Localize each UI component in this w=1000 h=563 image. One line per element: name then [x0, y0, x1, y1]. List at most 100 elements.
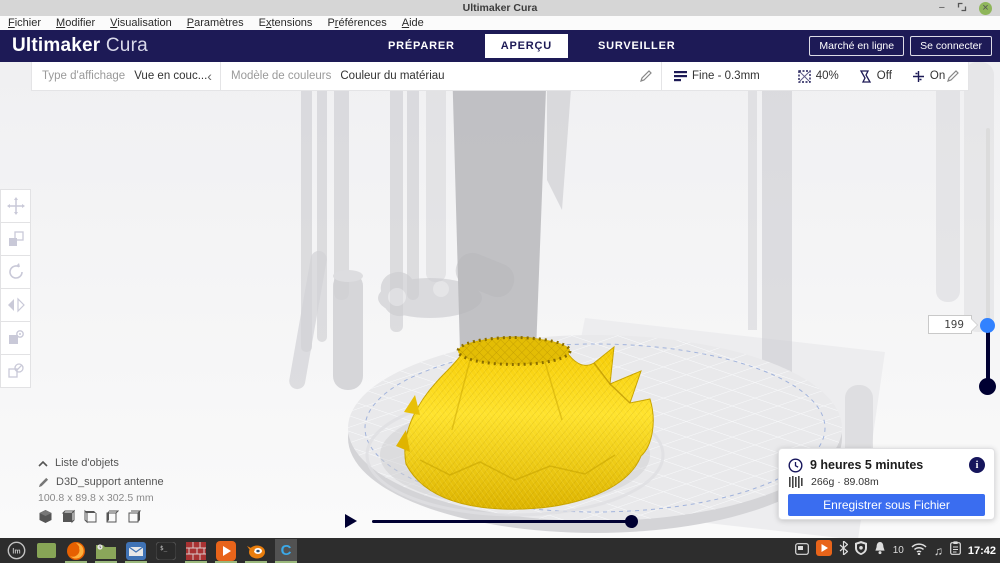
- color-scheme-value[interactable]: Couleur du matériau: [340, 70, 444, 82]
- display-type-label: Type d'affichage: [42, 70, 126, 82]
- menu-preferences[interactable]: Préférences: [327, 17, 386, 29]
- support-blocker-button[interactable]: [0, 354, 31, 388]
- support-icon: [859, 69, 872, 83]
- tool-panel: [0, 189, 31, 388]
- media-player-icon[interactable]: [215, 539, 237, 563]
- system-tray: 10 ♫ 17:42: [794, 538, 996, 563]
- tab-surveiller[interactable]: SURVEILLER: [588, 34, 685, 58]
- os-titlebar[interactable]: Ultimaker Cura − ×: [0, 0, 1000, 17]
- layer-slider-upper-handle[interactable]: [980, 318, 995, 333]
- ultimaker-cura-window: Ultimaker Cura − × Fichier Modifier Visu…: [0, 0, 1000, 563]
- view-toolbar: Type d'affichage Vue en couc... ‹ Modèle…: [31, 62, 969, 91]
- marketplace-button[interactable]: Marché en ligne: [809, 36, 905, 56]
- terminal-icon[interactable]: $_: [155, 539, 177, 562]
- move-tool-button[interactable]: [0, 189, 31, 223]
- object-list-label: Liste d'objets: [55, 457, 119, 469]
- layer-slider-range: [986, 325, 990, 385]
- adhesion-setting[interactable]: On: [912, 70, 945, 83]
- maximize-icon[interactable]: [957, 2, 967, 15]
- workspace-switcher-icon[interactable]: [794, 542, 809, 560]
- per-model-settings-button[interactable]: [0, 321, 31, 355]
- view-front-icon[interactable]: [60, 509, 75, 524]
- layer-slider-lower-handle[interactable]: [979, 378, 996, 395]
- minimize-icon[interactable]: −: [939, 2, 945, 14]
- view-right-icon[interactable]: [126, 509, 141, 524]
- notification-bell-icon[interactable]: [874, 541, 886, 560]
- menu-visualisation[interactable]: Visualisation: [110, 17, 172, 29]
- profile-setting[interactable]: Fine - 0.3mm: [674, 70, 760, 82]
- sign-in-button[interactable]: Se connecter: [910, 36, 992, 56]
- rotate-tool-button[interactable]: [0, 255, 31, 289]
- play-button[interactable]: [344, 513, 358, 534]
- print-job-card: 9 heures 5 minutes i 266g · 89.08m Enreg…: [778, 448, 995, 520]
- window-title: Ultimaker Cura: [462, 2, 538, 14]
- info-icon[interactable]: i: [969, 457, 985, 473]
- stage-tabs: PRÉPARER APERÇU SURVEILLER: [378, 30, 685, 62]
- display-type-section[interactable]: Type d'affichage Vue en couc... ‹: [32, 62, 220, 90]
- material-spool-icon: [789, 476, 803, 488]
- chevron-up-icon: [38, 460, 48, 467]
- cura-logo: Ultimaker Cura: [12, 35, 148, 56]
- infill-setting[interactable]: 40%: [798, 69, 839, 83]
- close-icon[interactable]: ×: [979, 1, 992, 15]
- collapse-chevron-icon[interactable]: ‹: [207, 69, 212, 83]
- menubar: Fichier Modifier Visualisation Paramètre…: [0, 16, 1000, 30]
- cura-header: Ultimaker Cura PRÉPARER APERÇU SURVEILLE…: [0, 30, 1000, 62]
- adhesion-icon: [912, 70, 925, 83]
- menu-extensions[interactable]: Extensions: [259, 17, 313, 29]
- scale-tool-button[interactable]: [0, 222, 31, 256]
- color-scheme-label: Modèle de couleurs: [231, 70, 332, 82]
- object-name: D3D_support antenne: [56, 476, 164, 488]
- svg-text:lm: lm: [12, 549, 20, 556]
- tab-apercu[interactable]: APERÇU: [484, 34, 568, 58]
- view-3d-icon[interactable]: [38, 509, 53, 524]
- view-top-icon[interactable]: [82, 509, 97, 524]
- bluetooth-icon[interactable]: [839, 540, 849, 560]
- mirror-tool-button[interactable]: [0, 288, 31, 322]
- shield-icon[interactable]: [854, 541, 867, 560]
- menu-fichier[interactable]: Fichier: [8, 17, 41, 29]
- layer-tooltip: 199: [928, 315, 978, 334]
- taskbar: lm $_ C 10 ♫ 17:42: [0, 538, 1000, 563]
- tray-media-play-icon[interactable]: [815, 540, 832, 561]
- edit-pencil-icon[interactable]: [640, 70, 652, 82]
- show-desktop-button[interactable]: [35, 539, 57, 562]
- support-setting[interactable]: Off: [859, 69, 892, 83]
- cura-taskbar-icon[interactable]: C: [275, 539, 297, 563]
- mail-icon[interactable]: [125, 539, 147, 563]
- layer-height-icon: [674, 70, 687, 82]
- object-list-item[interactable]: D3D_support antenne: [38, 476, 164, 488]
- notification-count: 10: [892, 545, 904, 556]
- clock[interactable]: 17:42: [968, 545, 996, 557]
- music-note-icon[interactable]: ♫: [934, 545, 943, 557]
- camera-view-presets: [38, 509, 141, 524]
- timeline-handle[interactable]: [625, 515, 638, 528]
- menu-aide[interactable]: Aide: [402, 17, 424, 29]
- rename-pencil-icon: [38, 477, 49, 487]
- tab-preparer[interactable]: PRÉPARER: [378, 34, 465, 58]
- print-settings-section[interactable]: Fine - 0.3mm 40% Off On: [662, 62, 968, 90]
- color-scheme-section[interactable]: Modèle de couleurs Couleur du matériau: [220, 62, 662, 90]
- view-left-icon[interactable]: [104, 509, 119, 524]
- firewall-bricks-icon[interactable]: [185, 539, 207, 563]
- material-usage: 266g · 89.08m: [811, 476, 879, 488]
- wifi-icon[interactable]: [911, 542, 927, 560]
- object-dimensions: 100.8 x 89.8 x 302.5 mm: [38, 492, 154, 504]
- ghost-front-cylinder: [333, 270, 363, 390]
- infill-icon: [798, 69, 811, 83]
- menu-parametres[interactable]: Paramètres: [187, 17, 244, 29]
- display-type-value[interactable]: Vue en couc...: [134, 70, 207, 82]
- svg-text:$_: $_: [160, 545, 168, 552]
- clipboard-icon[interactable]: [949, 541, 961, 560]
- object-list-toggle[interactable]: Liste d'objets: [38, 457, 119, 469]
- path-timeline-slider[interactable]: [372, 520, 632, 523]
- save-to-file-button[interactable]: Enregistrer sous Fichier: [788, 494, 985, 516]
- edit-settings-pencil-icon[interactable]: [947, 70, 959, 82]
- blender-icon[interactable]: [245, 539, 267, 563]
- mint-menu-button[interactable]: lm: [5, 539, 27, 562]
- firefox-icon[interactable]: [65, 539, 87, 563]
- menu-modifier[interactable]: Modifier: [56, 17, 95, 29]
- clock-icon: [788, 457, 803, 473]
- file-manager-icon[interactable]: [95, 539, 117, 563]
- print-time: 9 heures 5 minutes: [810, 458, 924, 472]
